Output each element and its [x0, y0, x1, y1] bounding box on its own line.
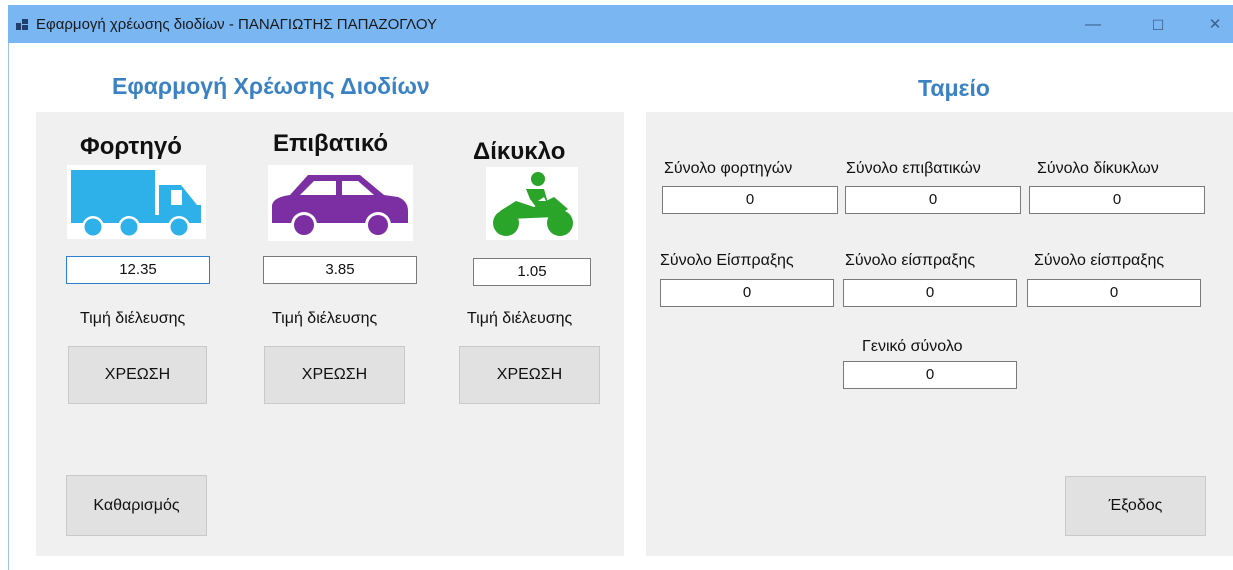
- title-bar[interactable]: Εφαρμογή χρέωσης διοδίων - ΠΑΝΑΓΙΩΤΗΣ ΠΑ…: [8, 5, 1233, 43]
- motorcycle-charge-button[interactable]: ΧΡΕΩΣΗ: [459, 346, 600, 404]
- close-button[interactable]: ✕: [1195, 13, 1233, 37]
- car-picture: [268, 165, 413, 241]
- app-heading: Εφαρμογή Χρέωσης Διοδίων: [112, 73, 430, 99]
- truck-label: Φορτηγό: [80, 133, 182, 160]
- motorcycle-icon: [493, 172, 573, 236]
- app-icon: [16, 19, 28, 30]
- car-revenue-field[interactable]: 0: [843, 279, 1017, 307]
- grand-total-field[interactable]: 0: [843, 361, 1017, 389]
- car-total-field[interactable]: 0: [845, 186, 1021, 214]
- motorcycle-revenue-field[interactable]: 0: [1027, 279, 1201, 307]
- motorcycle-price-caption: Τιμή διέλευσης: [467, 310, 573, 327]
- truck-total-label: Σύνολο φορτηγών: [664, 160, 793, 177]
- grand-total-label: Γενικό σύνολο: [862, 338, 963, 355]
- motorcycle-picture: [486, 167, 578, 240]
- car-charge-button[interactable]: ΧΡΕΩΣΗ: [264, 346, 405, 404]
- motorcycle-revenue-label: Σύνολο είσπραξης: [1034, 252, 1165, 269]
- truck-revenue-field[interactable]: 0: [660, 279, 834, 307]
- car-icon: [272, 175, 408, 238]
- truck-icon: [71, 170, 201, 238]
- car-total-label: Σύνολο επιβατικών: [846, 160, 981, 177]
- truck-price-input[interactable]: 12.35: [66, 256, 210, 284]
- car-price-caption: Τιμή διέλευσης: [272, 310, 378, 327]
- window-border: [8, 43, 9, 570]
- car-label: Επιβατικό: [273, 130, 389, 157]
- car-price-input[interactable]: 3.85: [263, 256, 417, 284]
- clear-button[interactable]: Καθαρισμός: [66, 475, 207, 536]
- exit-button[interactable]: Έξοδος: [1065, 476, 1206, 536]
- truck-revenue-label: Σύνολο Είσπραξης: [660, 252, 794, 269]
- truck-charge-button[interactable]: ΧΡΕΩΣΗ: [68, 346, 207, 404]
- maximize-button[interactable]: ☐: [1138, 13, 1178, 37]
- cashier-heading: Ταμείο: [918, 75, 990, 101]
- truck-picture: [67, 165, 206, 239]
- motorcycle-label: Δίκυκλο: [473, 138, 566, 165]
- truck-total-field[interactable]: 0: [662, 186, 838, 214]
- window-title: Εφαρμογή χρέωσης διοδίων - ΠΑΝΑΓΙΩΤΗΣ ΠΑ…: [36, 16, 438, 33]
- car-revenue-label: Σύνολο είσπραξης: [845, 252, 976, 269]
- motorcycle-total-label: Σύνολο δίκυκλων: [1037, 160, 1159, 177]
- minimize-button[interactable]: —: [1073, 13, 1113, 37]
- truck-price-caption: Τιμή διέλευσης: [80, 310, 186, 327]
- motorcycle-total-field[interactable]: 0: [1029, 186, 1205, 214]
- motorcycle-price-input[interactable]: 1.05: [473, 258, 591, 286]
